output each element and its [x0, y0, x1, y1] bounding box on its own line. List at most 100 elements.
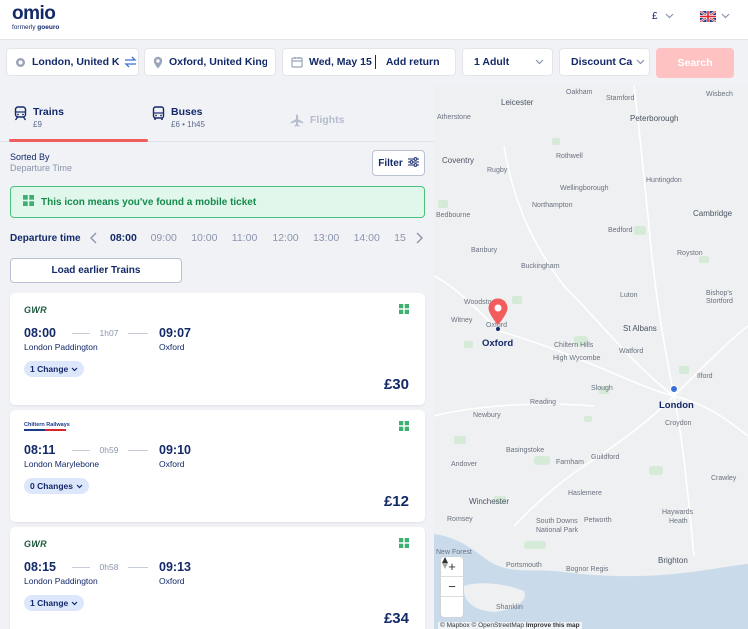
map-label: Romsey: [447, 516, 473, 523]
map-label: Basingstoke: [506, 447, 545, 454]
logo-sub-brand: goeuro: [37, 24, 60, 31]
result-card[interactable]: Chiltern Railways 08:11 0h59 09:10 Londo…: [10, 410, 425, 522]
tab-trains-price: £9: [33, 120, 42, 129]
result-card[interactable]: GWR 08:15 0h58 09:13 London Paddington O…: [10, 527, 425, 629]
changes-badge[interactable]: 0 Changes: [24, 478, 89, 494]
map-label: Brighton: [658, 556, 688, 565]
location-pin-icon: [153, 56, 163, 69]
route-map[interactable]: Oakham Stamford Wisbech Leicester Athers…: [434, 86, 748, 629]
duration-line: [128, 333, 148, 334]
departure-time: 08:15: [24, 560, 56, 574]
departure-time-bar: Departure time 08:00 09:00 10:00 11:00 1…: [0, 229, 434, 247]
map-label: Stamford: [606, 95, 635, 102]
map-label: Royston: [677, 250, 703, 257]
time-slot[interactable]: 13:00: [313, 232, 354, 244]
map-label: Newbury: [473, 412, 501, 419]
results-panel: Trains £9 Buses £6 • 1h45 Flights Sorted B…: [0, 86, 434, 629]
chevron-down-icon: [71, 367, 78, 371]
bus-icon: [152, 106, 165, 124]
operator-name: Chiltern Railways: [24, 422, 70, 428]
origin-value: London, United Kingdom: [32, 56, 120, 68]
departure-time-label: Departure time: [10, 232, 81, 244]
improve-map-link[interactable]: Improve this map: [526, 622, 580, 629]
tab-buses[interactable]: Buses £6 • 1h45: [152, 106, 205, 129]
map-label: Wisbech: [706, 91, 733, 98]
departure-station: London Paddington: [24, 342, 98, 352]
passengers-select[interactable]: 1 Adult: [462, 48, 553, 76]
arrival-time: 09:10: [159, 443, 191, 457]
language-selector[interactable]: [700, 10, 730, 22]
destination-field[interactable]: Oxford, United Kingdom: [144, 48, 276, 76]
origin-field[interactable]: London, United Kingdom: [6, 48, 139, 76]
map-label: Witney: [451, 317, 473, 324]
origin-circle-icon: [15, 57, 26, 68]
chevron-right-icon[interactable]: [412, 229, 426, 247]
chevron-down-icon: [76, 484, 83, 488]
time-slot[interactable]: 10:00: [191, 232, 232, 244]
tab-trains[interactable]: Trains £9: [14, 106, 64, 129]
duration: 0h59: [99, 445, 119, 455]
tab-flights[interactable]: Flights: [290, 114, 344, 130]
result-card[interactable]: GWR 08:00 1h07 09:07 London Paddington O…: [10, 293, 425, 405]
omio-logo[interactable]: omio formerly goeuro: [12, 3, 60, 32]
operator-logo: Chiltern Railways: [24, 422, 70, 431]
filter-button[interactable]: Filter: [372, 150, 425, 176]
price: £30: [383, 376, 409, 393]
map-label: Luton: [620, 292, 638, 299]
discount-cards-select[interactable]: Discount Cards: [559, 48, 650, 76]
destination-value: Oxford, United Kingdom: [169, 56, 267, 68]
date-field[interactable]: Wed, May 15 Add return: [282, 48, 456, 76]
map-label: Portsmouth: [506, 562, 542, 569]
duration-line: [72, 567, 90, 568]
chevron-down-icon: [665, 11, 674, 22]
map-label: Coventry: [442, 156, 475, 165]
duration: 0h58: [99, 562, 119, 572]
departure-station: London Marylebone: [24, 459, 100, 469]
map-label: Winchester: [469, 497, 510, 506]
departure-time: 08:00: [24, 326, 56, 340]
logo-word: omio: [12, 3, 56, 24]
map-label: Farnham: [556, 459, 585, 466]
map-label: Heath: [669, 518, 688, 525]
changes-badge[interactable]: 1 Change: [24, 361, 85, 377]
compass-icon: [442, 557, 448, 569]
map-label: Reading: [530, 399, 557, 406]
compass-button[interactable]: [441, 557, 463, 617]
map-label: High Wycombe: [553, 355, 601, 362]
zoom-out-button[interactable]: −: [441, 577, 463, 597]
load-earlier-button[interactable]: Load earlier Trains: [10, 258, 182, 283]
map-label: New Forest: [436, 549, 472, 556]
chevron-left-icon[interactable]: [86, 229, 100, 247]
tab-flights-label: Flights: [310, 114, 345, 126]
uk-flag-icon: [700, 10, 716, 22]
london-dot[interactable]: [670, 385, 678, 393]
operator-stripe: [24, 429, 66, 431]
time-slot[interactable]: 08:00: [110, 232, 151, 244]
map-label: Banbury: [471, 247, 498, 254]
map-label: Peterborough: [630, 114, 679, 123]
time-slot[interactable]: 11:00: [232, 232, 273, 244]
swap-icon[interactable]: [124, 56, 137, 68]
arrival-time: 09:07: [159, 326, 191, 340]
time-slot[interactable]: 14:00: [354, 232, 395, 244]
map-label: Crawley: [711, 475, 737, 482]
currency-selector[interactable]: £: [652, 11, 674, 22]
time-slot[interactable]: 15: [394, 232, 410, 244]
map-label: Chiltern Hills: [554, 342, 594, 349]
operator-logo: GWR: [24, 305, 47, 315]
chevron-down-icon: [721, 10, 730, 22]
location-pin-icon[interactable]: [487, 298, 509, 326]
time-slot[interactable]: 12:00: [272, 232, 313, 244]
add-return-button[interactable]: Add return: [386, 56, 440, 68]
departure-date[interactable]: Wed, May 15: [309, 56, 372, 68]
changes-badge[interactable]: 1 Change: [24, 595, 85, 611]
plane-icon: [290, 114, 304, 130]
map-label: Croydon: [665, 420, 692, 427]
map-label: Buckingham: [521, 263, 560, 270]
changes-label: 0 Changes: [30, 481, 73, 491]
train-icon: [14, 106, 27, 124]
map-label: Petworth: [584, 517, 612, 524]
passengers-value: 1 Adult: [474, 56, 510, 68]
time-slot[interactable]: 09:00: [151, 232, 192, 244]
search-button[interactable]: Search: [656, 48, 734, 78]
